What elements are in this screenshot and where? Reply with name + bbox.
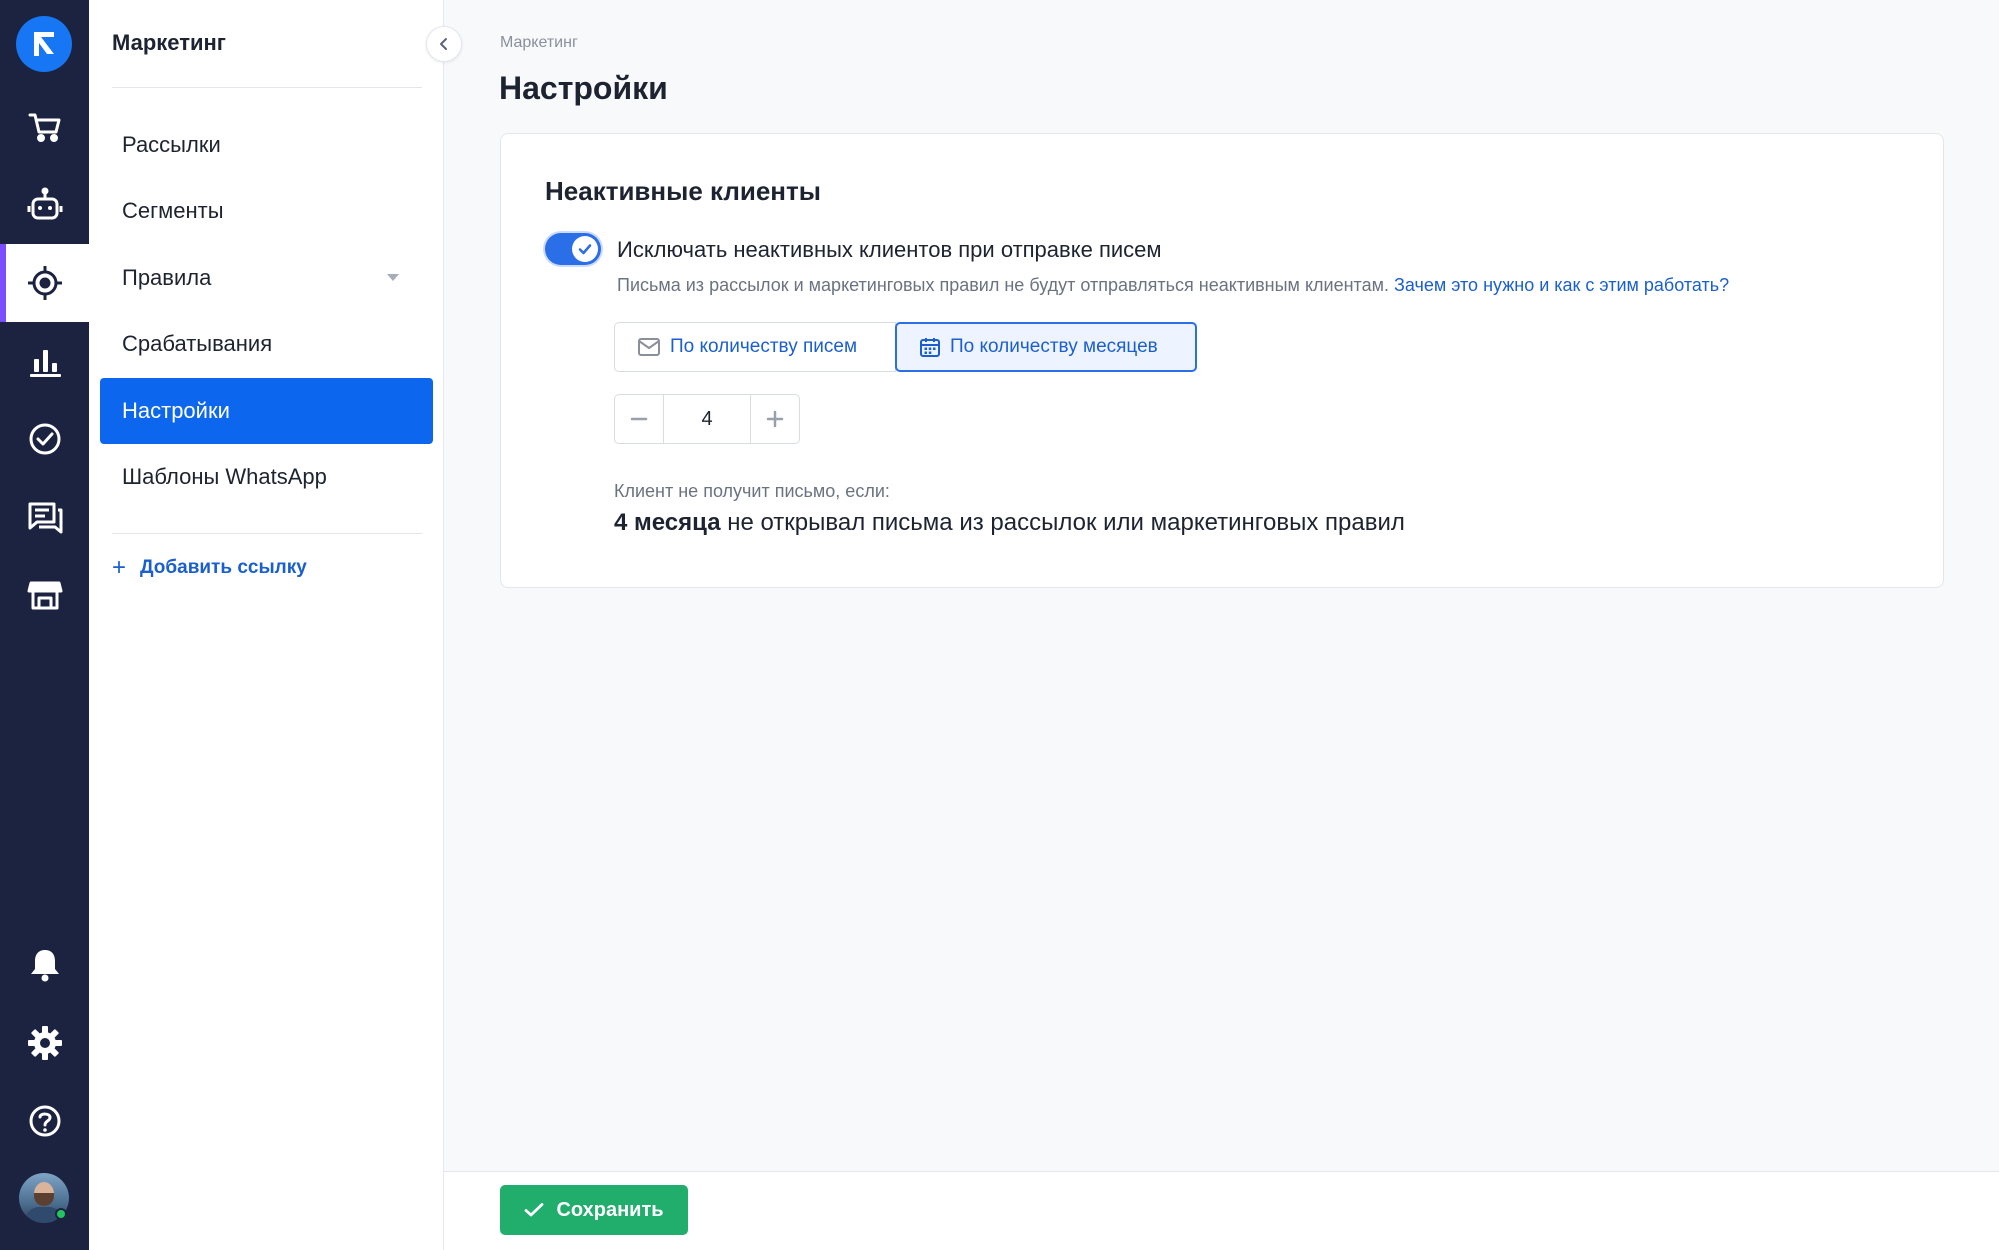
nav-analytics[interactable]: [0, 322, 89, 400]
condition-rest: не открывал письма из рассылок или марке…: [727, 509, 1405, 536]
nav-settings[interactable]: [0, 1004, 89, 1082]
hint-text: Письма из рассылок и маркетинговых прави…: [617, 275, 1729, 296]
nav-store[interactable]: [0, 556, 89, 634]
sidebar-item-rules[interactable]: Правила: [100, 245, 433, 311]
check-icon: [525, 1203, 544, 1217]
sidebar-item-label: Срабатывания: [122, 331, 273, 356]
card-title: Неактивные клиенты: [545, 176, 821, 206]
condition-text: 4 месяца не открывал письма из рассылок …: [614, 509, 1405, 537]
footer-bar: Сохранить: [444, 1171, 1999, 1250]
sidebar-divider: [112, 533, 422, 534]
months-stepper: 4: [614, 394, 800, 444]
sidebar-item-whatsapp-templates[interactable]: Шаблоны WhatsApp: [100, 444, 433, 510]
check-circle-icon: [29, 423, 60, 455]
robot-icon: [27, 187, 62, 220]
hint-body: Письма из рассылок и маркетинговых прави…: [617, 275, 1389, 295]
avatar-beard: [34, 1193, 54, 1206]
nav-notifications[interactable]: [0, 926, 89, 1004]
months-value-input[interactable]: 4: [663, 395, 751, 443]
logo-icon: [34, 32, 54, 56]
app-logo[interactable]: [16, 16, 72, 72]
by-emails-label: По количеству писем: [670, 336, 858, 357]
save-button[interactable]: Сохранить: [500, 1185, 688, 1235]
caret-down-icon: [387, 274, 399, 281]
plus-icon: [766, 410, 784, 428]
bar-chart-icon: [29, 350, 61, 377]
chat-icon: [28, 502, 62, 534]
cart-icon: [28, 113, 60, 142]
store-icon: [27, 581, 62, 610]
nav-chats[interactable]: [0, 478, 89, 556]
online-status-dot: [55, 1208, 67, 1220]
target-icon: [27, 266, 62, 300]
sidebar-item-label: Сегменты: [122, 198, 224, 223]
plus-icon: +: [112, 554, 127, 581]
calendar-icon: [920, 338, 940, 357]
condition-period: 4 месяца: [614, 509, 721, 536]
add-link-button[interactable]: + Добавить ссылку: [112, 556, 307, 580]
gear-icon: [27, 1026, 62, 1060]
sidebar-title: Маркетинг: [112, 30, 226, 55]
sidebar-item-triggers[interactable]: Срабатывания: [100, 311, 433, 377]
decrement-button[interactable]: [615, 395, 663, 443]
condition-label: Клиент не получит письмо, если:: [614, 481, 890, 501]
collapse-sidebar-button[interactable]: [426, 26, 462, 62]
toggle-label: Исключать неактивных клиентов при отправ…: [617, 237, 1162, 262]
breadcrumb[interactable]: Маркетинг: [500, 34, 578, 52]
increment-button[interactable]: [751, 395, 799, 443]
save-label: Сохранить: [556, 1198, 664, 1221]
add-link-label: Добавить ссылку: [140, 557, 307, 578]
sidebar-item-label: Правила: [122, 265, 212, 290]
toggle-knob: [572, 236, 598, 262]
nav-tasks[interactable]: [0, 400, 89, 478]
by-months-option[interactable]: По количеству месяцев: [895, 322, 1197, 372]
nav-help[interactable]: [0, 1082, 89, 1160]
chevron-left-icon: [440, 38, 447, 50]
section-sidebar: Маркетинг Рассылки Сегменты Правила Сраб…: [89, 0, 444, 1250]
sidebar-item-settings[interactable]: Настройки: [100, 378, 433, 444]
nav-marketing[interactable]: [0, 244, 89, 322]
sidebar-item-label: Настройки: [122, 398, 230, 423]
nav-orders[interactable]: [0, 88, 89, 166]
help-icon: [29, 1105, 60, 1137]
icon-rail: [0, 0, 89, 1250]
mail-icon: [638, 338, 660, 356]
bell-icon: [30, 950, 59, 982]
sidebar-item-label: Рассылки: [122, 132, 221, 157]
by-months-label: По количеству месяцев: [950, 336, 1158, 357]
sidebar-item-segments[interactable]: Сегменты: [100, 178, 433, 244]
exclude-inactive-toggle[interactable]: [545, 233, 601, 265]
help-link[interactable]: Зачем это нужно и как с этим работать?: [1394, 275, 1729, 295]
sidebar-item-label: Шаблоны WhatsApp: [122, 464, 327, 489]
minus-icon: [630, 417, 648, 421]
by-emails-option[interactable]: По количеству писем: [614, 322, 896, 372]
sidebar-item-mailings[interactable]: Рассылки: [100, 112, 433, 178]
check-icon: [578, 244, 592, 255]
inactive-clients-card: Неактивные клиенты Исключать неактивных …: [500, 133, 1944, 588]
page-title: Настройки: [499, 70, 668, 106]
sidebar-divider: [112, 87, 422, 88]
nav-bots[interactable]: [0, 166, 89, 244]
